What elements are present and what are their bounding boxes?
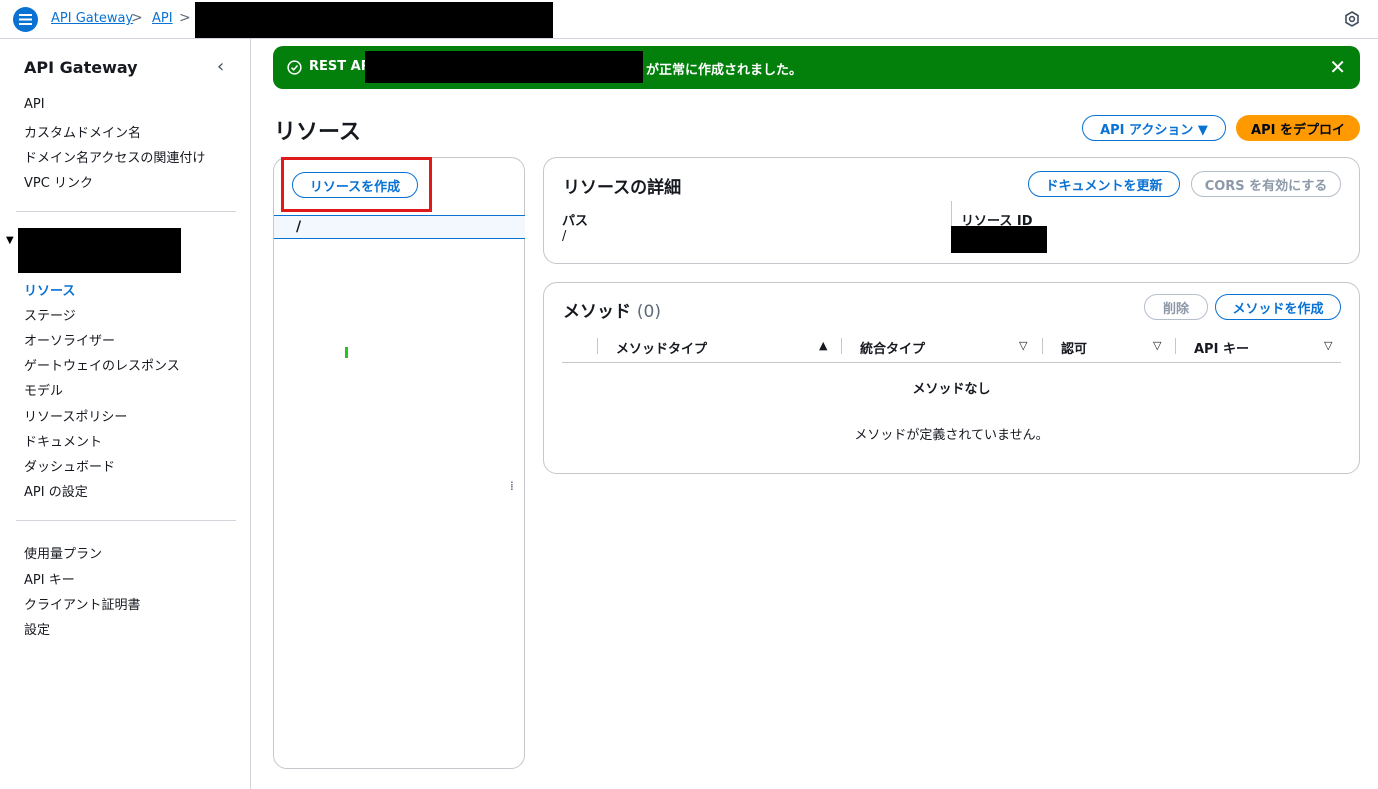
column-header-method-type[interactable]: メソッドタイプ bbox=[616, 338, 707, 357]
sidebar-item-api-settings[interactable]: API の設定 bbox=[24, 481, 88, 500]
empty-state-description: メソッドが定義されていません。 bbox=[854, 428, 1049, 443]
sidebar-item-authorizers[interactable]: オーソライザー bbox=[24, 330, 115, 349]
close-icon[interactable]: ✕ bbox=[1329, 55, 1346, 79]
sidebar-item-stages[interactable]: ステージ bbox=[24, 305, 76, 324]
create-method-button[interactable]: メソッドを作成 bbox=[1215, 294, 1341, 320]
sidebar-item-client-certificates[interactable]: クライアント証明書 bbox=[24, 594, 140, 613]
column-header-api-key[interactable]: API キー bbox=[1194, 338, 1249, 357]
table-header-divider bbox=[562, 362, 1341, 363]
success-check-icon bbox=[287, 60, 302, 75]
success-flashbar: REST API が正常に作成されました。 ✕ bbox=[273, 46, 1360, 89]
resize-handle-icon[interactable]: ⁞ bbox=[510, 479, 514, 493]
methods-title-text: メソッド bbox=[563, 302, 631, 322]
resource-tree-panel bbox=[273, 157, 525, 769]
sort-icon[interactable]: ▽ bbox=[1153, 339, 1161, 352]
sidebar-item-dashboard[interactable]: ダッシュボード bbox=[24, 456, 115, 475]
column-separator bbox=[1175, 338, 1176, 354]
redacted-breadcrumb bbox=[195, 2, 553, 38]
api-actions-button[interactable]: API アクション ▼ bbox=[1082, 115, 1226, 141]
empty-state-title: メソッドなし bbox=[912, 382, 991, 397]
sidebar-divider bbox=[16, 520, 236, 521]
column-separator bbox=[841, 338, 842, 354]
sidebar-item-documentation[interactable]: ドキュメント bbox=[24, 431, 102, 450]
cursor-marker bbox=[345, 347, 348, 358]
methods-count: (0) bbox=[636, 302, 662, 322]
tree-item-label: / bbox=[296, 219, 302, 235]
top-navigation: API Gateway > API > bbox=[0, 0, 1378, 39]
resource-details-title: リソースの詳細 bbox=[563, 178, 682, 198]
highlight-box bbox=[281, 157, 432, 212]
breadcrumb-api[interactable]: API bbox=[152, 11, 173, 26]
sidebar-item-resources[interactable]: リソース bbox=[24, 280, 75, 299]
tree-item-root[interactable]: / bbox=[274, 215, 525, 239]
column-separator bbox=[1042, 338, 1043, 354]
sort-icon[interactable]: ▽ bbox=[1019, 339, 1027, 352]
breadcrumb-separator: > bbox=[179, 10, 191, 26]
breadcrumb-api-gateway[interactable]: API Gateway bbox=[51, 11, 133, 26]
side-navigation: API Gateway ‹ API カスタムドメイン名 ドメイン名アクセスの関連… bbox=[0, 39, 251, 789]
deploy-api-button[interactable]: API をデプロイ bbox=[1236, 115, 1360, 141]
methods-title: メソッド (0) bbox=[563, 297, 661, 322]
column-header-authorization[interactable]: 認可 bbox=[1061, 338, 1087, 357]
sidebar-item-domain-access[interactable]: ドメイン名アクセスの関連付け bbox=[24, 147, 205, 166]
path-value: / bbox=[562, 229, 567, 244]
collapse-icon[interactable]: ‹ bbox=[217, 56, 224, 77]
menu-icon[interactable] bbox=[13, 7, 38, 32]
sidebar-item-resource-policy[interactable]: リソースポリシー bbox=[24, 406, 127, 425]
breadcrumb-separator: > bbox=[131, 10, 143, 26]
flash-message-suffix: が正常に作成されました。 bbox=[646, 63, 803, 78]
update-documentation-button[interactable]: ドキュメントを更新 bbox=[1028, 171, 1180, 197]
sidebar-item-settings[interactable]: 設定 bbox=[24, 619, 50, 638]
sidebar-item-vpc-links[interactable]: VPC リンク bbox=[24, 172, 93, 191]
sort-ascending-icon[interactable]: ▲ bbox=[819, 339, 827, 352]
sidebar-item-usage-plans[interactable]: 使用量プラン bbox=[24, 543, 102, 562]
sort-icon[interactable]: ▽ bbox=[1324, 339, 1332, 352]
enable-cors-button: CORS を有効にする bbox=[1191, 171, 1341, 197]
sidebar-item-gateway-responses[interactable]: ゲートウェイのレスポンス bbox=[24, 355, 180, 374]
settings-icon[interactable] bbox=[1344, 11, 1360, 27]
caret-down-icon[interactable]: ▼ bbox=[6, 235, 14, 246]
redacted-resource-id bbox=[951, 226, 1047, 253]
sidebar-item-api[interactable]: API bbox=[24, 97, 45, 112]
column-separator bbox=[597, 338, 598, 354]
column-header-integration-type[interactable]: 統合タイプ bbox=[860, 338, 925, 357]
sidebar-item-custom-domains[interactable]: カスタムドメイン名 bbox=[24, 122, 141, 141]
sidebar-divider bbox=[16, 211, 236, 212]
page-title: リソース bbox=[274, 120, 361, 145]
redacted-api-name bbox=[365, 51, 643, 83]
sidebar-title[interactable]: API Gateway bbox=[24, 58, 138, 77]
sidebar-item-models[interactable]: モデル bbox=[24, 380, 63, 399]
sidebar-item-api-keys[interactable]: API キー bbox=[24, 569, 75, 588]
redacted-api-name bbox=[18, 228, 181, 273]
delete-method-button: 削除 bbox=[1144, 294, 1208, 320]
path-label: パス bbox=[562, 214, 589, 229]
